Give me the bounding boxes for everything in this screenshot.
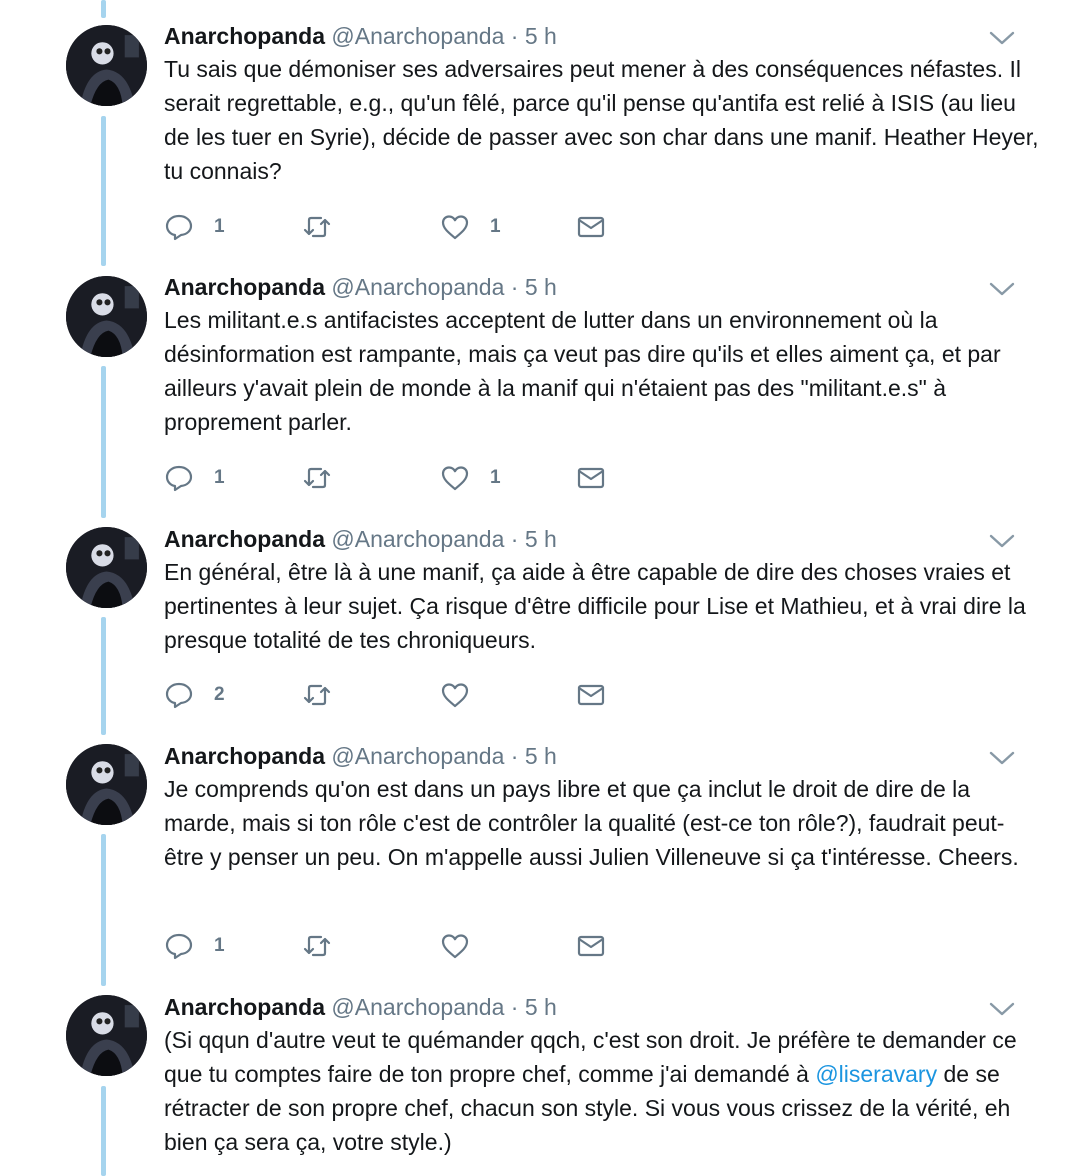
reply-count: 2: [214, 684, 225, 705]
retweet-button[interactable]: [302, 929, 352, 963]
retweet-icon: [303, 684, 331, 706]
tweet-header: Anarchopanda @Anarchopanda · 5 h: [164, 741, 557, 771]
like-count: 1: [490, 467, 501, 488]
user-handle[interactable]: @Anarchopanda: [331, 526, 504, 552]
user-handle[interactable]: @Anarchopanda: [331, 274, 504, 300]
reply-button[interactable]: 1: [164, 210, 225, 244]
tweet-text: (Si qqun d'autre veut te quémander qqch,…: [164, 1023, 1044, 1159]
avatar[interactable]: [66, 276, 147, 357]
separator-dot: ·: [510, 994, 519, 1020]
reply-icon: [165, 214, 193, 241]
retweet-icon: [303, 467, 331, 489]
heart-icon: [441, 215, 469, 240]
timestamp[interactable]: 5 h: [525, 743, 557, 769]
thread-line: [101, 617, 106, 735]
user-mention-link[interactable]: @liseravary: [815, 1061, 937, 1087]
separator-dot: ·: [510, 526, 519, 552]
tweet-text: Les militant.e.s antifacistes acceptent …: [164, 307, 1001, 435]
direct-message-button[interactable]: [576, 461, 606, 495]
timestamp[interactable]: 5 h: [525, 23, 557, 49]
direct-message-button[interactable]: [576, 678, 606, 712]
avatar[interactable]: [66, 995, 147, 1076]
heart-icon: [441, 683, 469, 708]
retweet-button[interactable]: [302, 461, 352, 495]
reply-button[interactable]: 1: [164, 929, 225, 963]
reply-icon: [165, 682, 193, 709]
like-button[interactable]: 1: [440, 210, 501, 244]
user-handle[interactable]: @Anarchopanda: [331, 743, 504, 769]
thread-line: [101, 834, 106, 986]
like-button[interactable]: 1: [440, 461, 501, 495]
thread-line: [101, 0, 106, 18]
reply-count: 1: [214, 216, 225, 237]
heart-icon: [441, 466, 469, 491]
display-name[interactable]: Anarchopanda: [164, 23, 325, 49]
envelope-icon: [577, 935, 605, 957]
display-name[interactable]: Anarchopanda: [164, 994, 325, 1020]
chevron-down-icon[interactable]: [988, 29, 1016, 47]
reply-count: 1: [214, 935, 225, 956]
timestamp[interactable]: 5 h: [525, 526, 557, 552]
retweet-icon: [303, 216, 331, 238]
chevron-down-icon[interactable]: [988, 280, 1016, 298]
display-name[interactable]: Anarchopanda: [164, 274, 325, 300]
avatar[interactable]: [66, 25, 147, 106]
separator-dot: ·: [510, 743, 519, 769]
tweet-text: Je comprends qu'on est dans un pays libr…: [164, 776, 1019, 870]
display-name[interactable]: Anarchopanda: [164, 743, 325, 769]
chevron-down-icon[interactable]: [988, 749, 1016, 767]
thread-line: [101, 1086, 106, 1176]
thread-line: [101, 116, 106, 266]
chevron-down-icon[interactable]: [988, 1000, 1016, 1018]
reply-icon: [165, 465, 193, 492]
retweet-icon: [303, 935, 331, 957]
reply-icon: [165, 933, 193, 960]
avatar[interactable]: [66, 527, 147, 608]
tweet-text: En général, être là à une manif, ça aide…: [164, 559, 1026, 653]
reply-button[interactable]: 2: [164, 678, 225, 712]
user-handle[interactable]: @Anarchopanda: [331, 23, 504, 49]
retweet-button[interactable]: [302, 678, 352, 712]
direct-message-button[interactable]: [576, 929, 606, 963]
timestamp[interactable]: 5 h: [525, 994, 557, 1020]
avatar[interactable]: [66, 744, 147, 825]
separator-dot: ·: [510, 23, 519, 49]
direct-message-button[interactable]: [576, 210, 606, 244]
like-button[interactable]: [440, 678, 490, 712]
tweet-header: Anarchopanda @Anarchopanda · 5 h: [164, 992, 557, 1022]
chevron-down-icon[interactable]: [988, 532, 1016, 550]
like-button[interactable]: [440, 929, 490, 963]
tweet-header: Anarchopanda @Anarchopanda · 5 h: [164, 524, 557, 554]
like-count: 1: [490, 216, 501, 237]
separator-dot: ·: [510, 274, 519, 300]
display-name[interactable]: Anarchopanda: [164, 526, 325, 552]
tweet-text: Tu sais que démoniser ses adversaires pe…: [164, 56, 1039, 184]
envelope-icon: [577, 467, 605, 489]
envelope-icon: [577, 684, 605, 706]
timestamp[interactable]: 5 h: [525, 274, 557, 300]
thread-line: [101, 366, 106, 518]
retweet-button[interactable]: [302, 210, 352, 244]
tweet-header: Anarchopanda @Anarchopanda · 5 h: [164, 272, 557, 302]
envelope-icon: [577, 216, 605, 238]
reply-count: 1: [214, 467, 225, 488]
user-handle[interactable]: @Anarchopanda: [331, 994, 504, 1020]
tweet-header: Anarchopanda @Anarchopanda · 5 h: [164, 21, 557, 51]
heart-icon: [441, 934, 469, 959]
reply-button[interactable]: 1: [164, 461, 225, 495]
